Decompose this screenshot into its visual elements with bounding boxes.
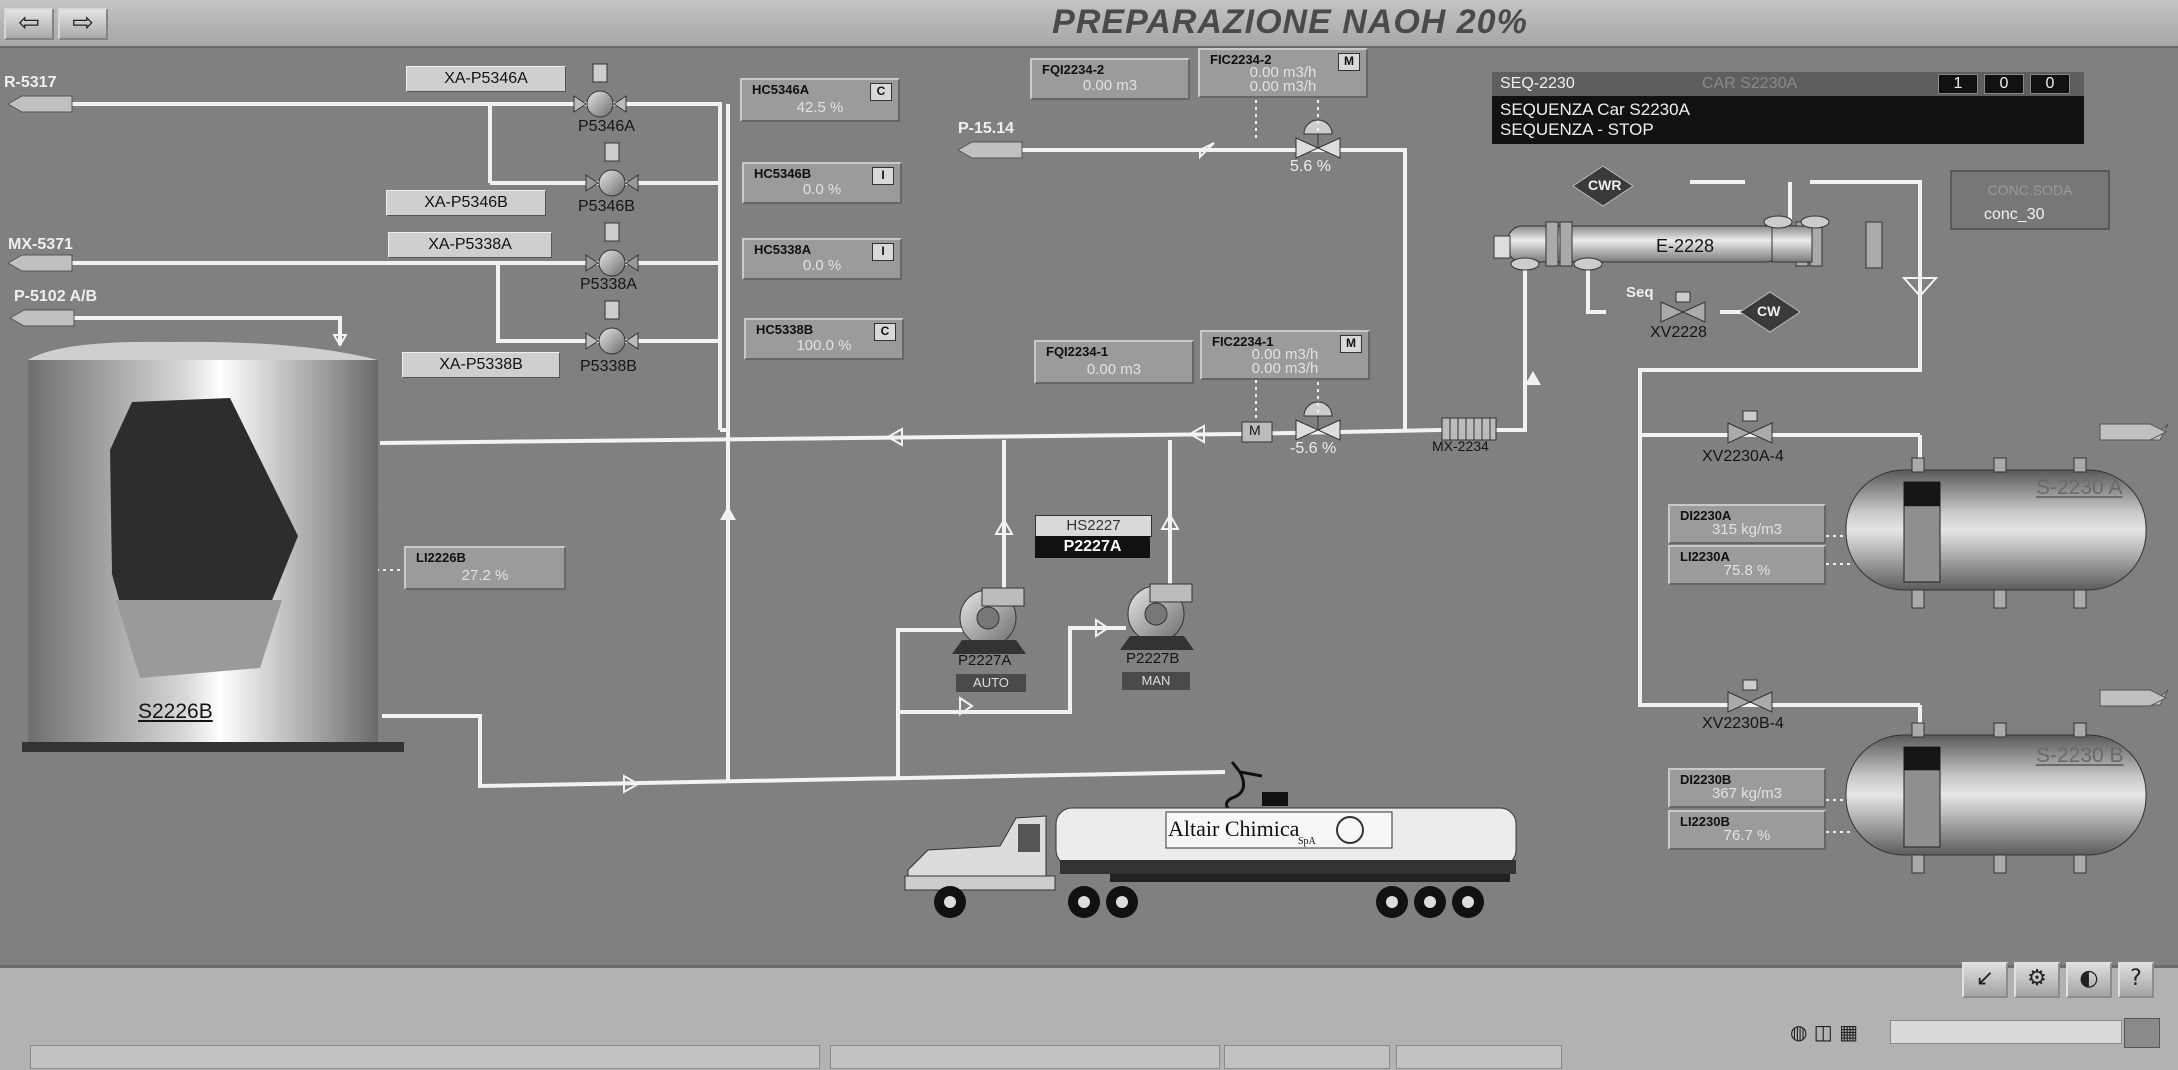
li2230a-faceplate[interactable]: LI2230A 75.8 % — [1668, 545, 1826, 585]
tank-s2230a-label[interactable]: S-2230 A — [2036, 476, 2122, 500]
fic2234-1-faceplate[interactable]: FIC2234-1 M 0.00 m3/h 0.00 m3/h — [1200, 330, 1370, 380]
fic2234-1-valve-output: -5.6 % — [1290, 440, 1337, 457]
status-field-1 — [30, 1045, 820, 1069]
fqi2234-2-faceplate[interactable]: FQI2234-2 0.00 m3 — [1030, 58, 1190, 100]
li2226b-value: 27.2 % — [461, 567, 509, 584]
hc5346a-value: 42.5 % — [796, 99, 844, 116]
truck-logo-text: Altair Chimica — [1168, 816, 1300, 841]
p2227b-mode-badge: MAN — [1122, 672, 1190, 690]
seq-label: Seq — [1626, 284, 1654, 301]
di2230a-value: 315 kg/m3 — [1711, 521, 1783, 538]
hc5338a-value: 0.0 % — [802, 257, 842, 274]
system-status-icons[interactable]: ◍ ◫ ▦ — [1790, 1020, 1880, 1044]
hc5346b-faceplate[interactable]: HC5346B I 0.0 % — [742, 162, 902, 204]
li2230b-faceplate[interactable]: LI2230B 76.7 % — [1668, 810, 1826, 850]
hc5338b-tag: HC5338B — [756, 322, 814, 337]
li2226b-faceplate[interactable]: LI2226B 27.2 % — [404, 546, 566, 590]
li2230b-value: 76.7 % — [1723, 827, 1771, 844]
di2230a-faceplate[interactable]: DI2230A 315 kg/m3 — [1668, 504, 1826, 544]
valve-tag-xv2230b-4[interactable]: XV2230B-4 — [1702, 715, 1784, 733]
sequence-line-2: SEQUENZA - STOP — [1500, 120, 1654, 139]
pump-tag-p2227b[interactable]: P2227B — [1126, 650, 1179, 667]
truck-logo-sub: SpA — [1298, 836, 1316, 847]
tank-s2226b-label[interactable]: S2226B — [138, 700, 213, 724]
exchanger-e2228-label[interactable]: E-2228 — [1656, 236, 1714, 257]
li2226b-tag: LI2226B — [416, 550, 466, 565]
pump-p2227a — [952, 587, 1026, 654]
fqi2234-2-tag: FQI2234-2 — [1042, 62, 1105, 77]
cw-label: CW — [1757, 303, 1781, 319]
pump-tag-p5338b[interactable]: P5338B — [580, 358, 637, 376]
hmi-screen: ⇦ ⇨ PREPARAZIONE NAOH 20% R-5317 MX-5371… — [0, 0, 2178, 1070]
conc-soda-value: conc_30 — [1984, 206, 2045, 223]
pump-tag-p2227a[interactable]: P2227A — [958, 652, 1011, 669]
help-icon[interactable]: ? — [2118, 962, 2154, 998]
status-field-4 — [1396, 1045, 1562, 1069]
fic2234-2-valve-output: 5.6 % — [1290, 158, 1331, 175]
control-valves — [1295, 119, 1773, 713]
sequence-id: SEQ-2230 — [1500, 75, 1575, 92]
settings-icon[interactable]: ⚙ — [2014, 962, 2060, 998]
hc5346a-faceplate[interactable]: HC5346A C 42.5 % — [740, 78, 900, 122]
conc-soda-title: CONC.SODA — [1987, 182, 2073, 198]
sequence-car: CAR S2230A — [1702, 75, 1798, 92]
mixer-mx2234 — [1441, 417, 1497, 441]
fic2234-2-faceplate[interactable]: FIC2234-2 M 0.00 m3/h 0.00 m3/h — [1198, 48, 1368, 98]
acknowledge-icon[interactable]: ↙ — [1962, 962, 2008, 998]
di2230b-value: 367 kg/m3 — [1711, 785, 1783, 802]
hs2227-value: P2227A — [1035, 536, 1150, 558]
status-field-3 — [1224, 1045, 1390, 1069]
valve-tag-xv2228[interactable]: XV2228 — [1650, 324, 1707, 342]
fqi2234-1-tag: FQI2234-1 — [1046, 344, 1109, 359]
di2230b-faceplate[interactable]: DI2230B 367 kg/m3 — [1668, 768, 1826, 808]
sequence-header: SEQ-2230 CAR S2230A 1 0 0 — [1492, 72, 2084, 96]
tank-s2230b-label[interactable]: S-2230 B — [2036, 744, 2124, 768]
hc5338b-faceplate[interactable]: HC5338B C 100.0 % — [744, 318, 904, 360]
valve-tag-xv2230a-4[interactable]: XV2230A-4 — [1702, 448, 1784, 466]
sequence-line-1: SEQUENZA Car S2230A — [1500, 100, 1690, 119]
hc5346b-tag: HC5346B — [754, 166, 812, 181]
mixer-mx2234-label[interactable]: MX-2234 — [1432, 438, 1489, 454]
p2227a-mode-badge: AUTO — [956, 674, 1026, 692]
hs2227-selector[interactable]: HS2227 P2227A — [1035, 515, 1152, 559]
fic2234-1-pv: 0.00 m3/h — [1251, 360, 1319, 377]
display-icon[interactable]: ◐ — [2066, 962, 2112, 998]
hc5346b-value: 0.0 % — [802, 181, 842, 198]
motor-m-label[interactable]: M — [1249, 422, 1261, 438]
hc5338b-value: 100.0 % — [796, 337, 852, 354]
hc5338a-faceplate[interactable]: HC5338A I 0.0 % — [742, 238, 902, 280]
fqi2234-2-value: 0.00 m3 — [1082, 77, 1138, 94]
command-input[interactable] — [1890, 1020, 2122, 1044]
sequence-counter-1: 1 — [1938, 74, 1978, 94]
line-label-mx5371: MX-5371 — [8, 236, 73, 253]
hs2227-tag: HS2227 — [1035, 515, 1152, 537]
hc5338a-tag: HC5338A — [754, 242, 812, 257]
sequence-counter-3: 0 — [2030, 74, 2070, 94]
conc-soda-box[interactable]: CONC.SODA conc_30 — [1950, 170, 2110, 230]
fqi2234-1-faceplate[interactable]: FQI2234-1 0.00 m3 — [1034, 340, 1194, 384]
xa-p5346a-button[interactable]: XA-P5346A — [406, 66, 566, 92]
xa-p5338a-button[interactable]: XA-P5338A — [388, 232, 552, 258]
li2230a-value: 75.8 % — [1723, 562, 1771, 579]
line-label-r5317: R-5317 — [4, 74, 57, 91]
pump-tag-p5346a[interactable]: P5346A — [578, 118, 635, 136]
line-label-p1514: P-15.14 — [958, 120, 1015, 137]
pump-p2227b — [1120, 583, 1194, 650]
sequence-panel[interactable]: SEQ-2230 CAR S2230A 1 0 0 SEQUENZA Car S… — [1492, 72, 2084, 144]
cwr-label: CWR — [1588, 177, 1622, 193]
pump-tag-p5346b[interactable]: P5346B — [578, 198, 635, 216]
status-field-2 — [830, 1045, 1220, 1069]
xa-p5338b-button[interactable]: XA-P5338B — [402, 352, 560, 378]
sequence-counter-2: 0 — [1984, 74, 2024, 94]
line-label-p5102: P-5102 A/B — [14, 288, 97, 305]
fic2234-2-pv: 0.00 m3/h — [1249, 78, 1317, 95]
fqi2234-1-value: 0.00 m3 — [1086, 361, 1142, 378]
pump-tag-p5338a[interactable]: P5338A — [580, 276, 637, 294]
xa-p5346b-button[interactable]: XA-P5346B — [386, 190, 546, 216]
grid-icon[interactable] — [2124, 1018, 2160, 1048]
hc5346a-tag: HC5346A — [752, 82, 810, 97]
